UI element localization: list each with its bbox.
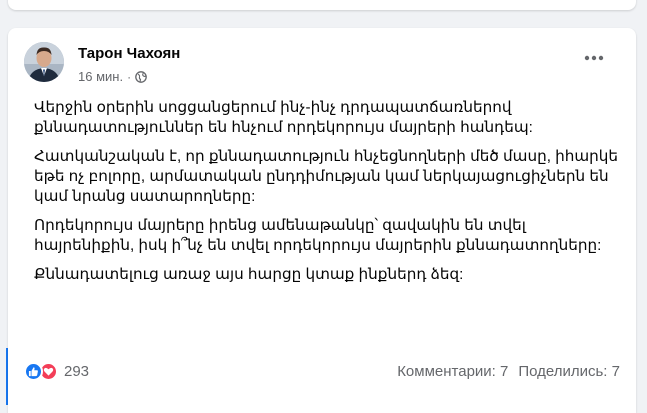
post-header: Тарон Чахоян 16 мин. · (24, 40, 620, 86)
previous-post-card (8, 0, 636, 10)
like-reaction-icon (24, 361, 43, 381)
reactions-summary[interactable]: 293 (24, 361, 89, 381)
post-paragraph-4: Քննադատելուց առաջ այս հարցը կտաք ինքներդ… (34, 266, 464, 283)
author-name[interactable]: Тарон Чахоян (78, 45, 180, 62)
post-card: Тарон Чахоян 16 мин. · Վերջին օրերին սոց… (8, 28, 636, 413)
avatar[interactable] (24, 42, 64, 82)
post-footer: 293 Комментарии: 7 Поделились: 7 (24, 358, 620, 384)
post-meta: 16 мин. · (78, 69, 147, 84)
meta-separator: · (127, 69, 132, 84)
globe-icon (135, 70, 147, 83)
post-paragraph-2: Հատկանշական է, որ քննադատություն հնչեցնո… (34, 148, 619, 205)
comments-count[interactable]: Комментарии: 7 (397, 363, 508, 380)
post-body: Վերջին օրերին սոցցանցերում ինչ-ինչ դրդապ… (34, 98, 624, 294)
post-paragraph-3: Որդեկորույս մայրերը իրենց ամենաթանկը՝ զա… (34, 217, 602, 254)
post-time[interactable]: 16 мин. (78, 69, 123, 84)
avatar-photo (24, 42, 64, 82)
more-options-icon[interactable] (578, 44, 610, 72)
shares-count[interactable]: Поделились: 7 (518, 363, 620, 380)
reactions-count[interactable]: 293 (64, 363, 89, 380)
post-paragraph-1: Վերջին օրերին սոցցանցերում ինչ-ինչ դրդապ… (34, 99, 533, 136)
post-stats: Комментарии: 7 Поделились: 7 (397, 363, 620, 380)
